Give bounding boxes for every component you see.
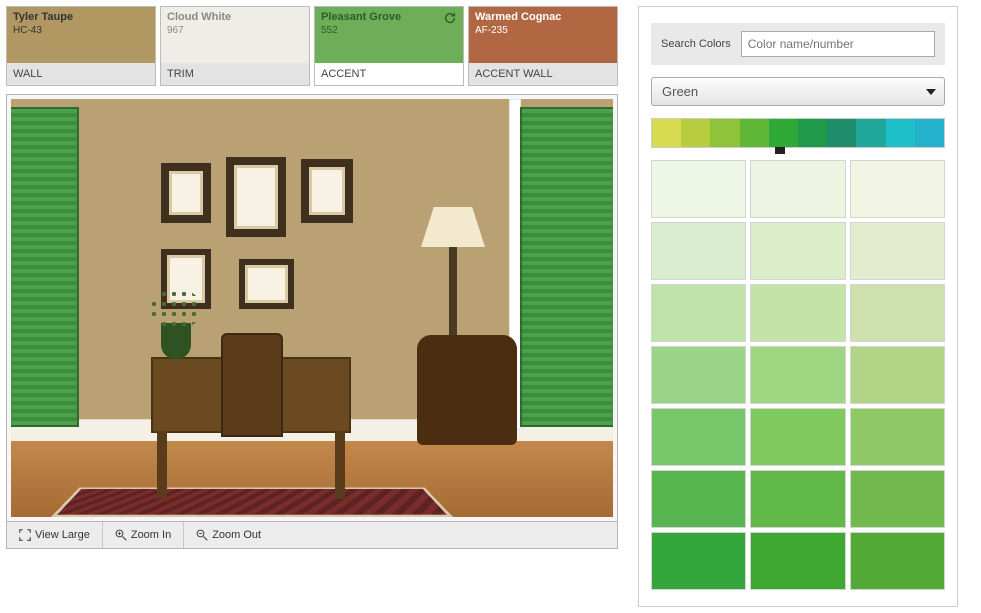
swatch-role-label: ACCENT WALL (469, 63, 617, 85)
swatch-code: 967 (167, 25, 303, 36)
swatch-name: Tyler Taupe (13, 11, 149, 24)
color-picker-panel: Search Colors Green (638, 6, 958, 607)
hue-strip[interactable] (651, 118, 945, 148)
color-swatch-card[interactable]: Tyler TaupeHC-43WALL (6, 6, 156, 86)
chevron-down-icon (926, 89, 936, 95)
swatch-role-label: TRIM (161, 63, 309, 85)
palette-swatch[interactable] (750, 222, 845, 280)
view-large-button[interactable]: View Large (7, 522, 103, 548)
shutter-left (11, 107, 79, 427)
search-colors-label: Search Colors (661, 38, 731, 50)
room-chair (221, 333, 283, 437)
hue-segment[interactable] (740, 119, 769, 147)
wall-frame (301, 159, 353, 223)
palette-swatch[interactable] (850, 408, 945, 466)
color-family-value: Green (662, 84, 698, 99)
palette-swatch[interactable] (750, 470, 845, 528)
swatch-code: AF-235 (475, 25, 611, 36)
hue-segment[interactable] (915, 119, 944, 147)
hue-segment[interactable] (681, 119, 710, 147)
zoom-in-icon (115, 529, 127, 541)
hue-segment[interactable] (652, 119, 681, 147)
expand-icon (19, 529, 31, 541)
swatch-color-block: Pleasant Grove552 (315, 7, 463, 63)
wall-frame (239, 259, 294, 309)
view-large-label: View Large (35, 529, 90, 541)
room-rug (51, 487, 453, 517)
room-preview (11, 99, 613, 517)
room-vase (161, 323, 191, 359)
selected-colors-row: Tyler TaupeHC-43WALLCloud White967TRIMPl… (6, 6, 618, 86)
color-swatch-card[interactable]: Pleasant Grove552ACCENT (314, 6, 464, 86)
room-preview-wrap (6, 94, 618, 522)
palette-swatch[interactable] (850, 346, 945, 404)
palette-swatch[interactable] (651, 346, 746, 404)
hue-segment[interactable] (856, 119, 885, 147)
swatch-name: Cloud White (167, 11, 303, 24)
wall-frame (226, 157, 286, 237)
swatch-color-block: Cloud White967 (161, 7, 309, 63)
palette-swatch[interactable] (651, 532, 746, 590)
palette-swatch[interactable] (750, 346, 845, 404)
zoom-in-label: Zoom In (131, 529, 171, 541)
swatch-code: 552 (321, 25, 457, 36)
hue-segment[interactable] (798, 119, 827, 147)
palette-swatch[interactable] (750, 284, 845, 342)
swatch-name: Pleasant Grove (321, 11, 457, 24)
zoom-out-icon (196, 529, 208, 541)
search-colors-input[interactable] (741, 31, 935, 57)
search-colors-row: Search Colors (651, 23, 945, 65)
palette-swatch[interactable] (850, 222, 945, 280)
palette-swatch[interactable] (850, 284, 945, 342)
palette-swatch[interactable] (651, 408, 746, 466)
palette-swatch[interactable] (850, 160, 945, 218)
hue-segment[interactable] (886, 119, 915, 147)
image-toolbar: View Large Zoom In Zoom Out (6, 522, 618, 549)
color-family-select[interactable]: Green (651, 77, 945, 106)
shutter-right (520, 107, 613, 427)
swatch-color-block: Warmed CognacAF-235 (469, 7, 617, 63)
zoom-in-button[interactable]: Zoom In (103, 522, 184, 548)
color-swatch-card[interactable]: Cloud White967TRIM (160, 6, 310, 86)
color-swatch-grid (651, 160, 945, 590)
hue-segment[interactable] (710, 119, 739, 147)
zoom-out-label: Zoom Out (212, 529, 261, 541)
hue-segment[interactable] (827, 119, 856, 147)
palette-swatch[interactable] (850, 532, 945, 590)
hue-marker[interactable] (775, 147, 785, 154)
color-swatch-card[interactable]: Warmed CognacAF-235ACCENT WALL (468, 6, 618, 86)
palette-swatch[interactable] (750, 532, 845, 590)
palette-swatch[interactable] (750, 160, 845, 218)
palette-swatch[interactable] (750, 408, 845, 466)
swatch-name: Warmed Cognac (475, 11, 611, 24)
wall-frame (161, 163, 211, 223)
room-armchair (417, 335, 517, 445)
swatch-role-label: WALL (7, 63, 155, 85)
zoom-out-button[interactable]: Zoom Out (184, 522, 273, 548)
swatch-color-block: Tyler TaupeHC-43 (7, 7, 155, 63)
palette-swatch[interactable] (850, 470, 945, 528)
palette-swatch[interactable] (651, 160, 746, 218)
hue-segment[interactable] (769, 119, 798, 147)
palette-swatch[interactable] (651, 470, 746, 528)
swatch-role-label: ACCENT (315, 63, 463, 85)
palette-swatch[interactable] (651, 284, 746, 342)
palette-swatch[interactable] (651, 222, 746, 280)
swatch-code: HC-43 (13, 25, 149, 36)
refresh-icon[interactable] (443, 11, 457, 25)
